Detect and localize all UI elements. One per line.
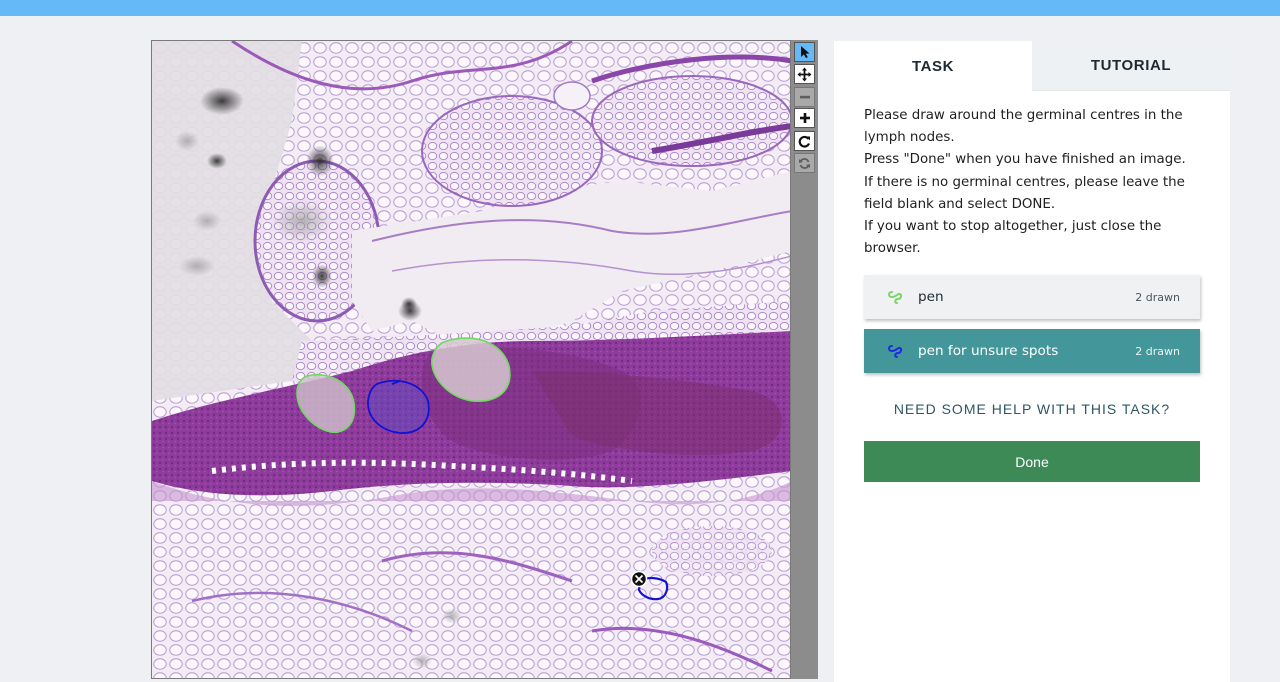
freehand-line-icon [888,345,903,358]
reset-view-button[interactable] [794,153,815,173]
minus-icon [799,95,810,99]
instruction-line: browser. [864,241,921,257]
delete-mark-icon[interactable] [630,570,648,588]
image-viewer[interactable] [151,40,791,679]
move-tool-button[interactable] [794,64,815,84]
tab-task[interactable]: TASK [834,41,1032,91]
done-button[interactable]: Done [864,441,1200,482]
select-tool-button[interactable] [794,42,815,62]
zoom-out-button[interactable] [794,87,815,107]
instruction-line: field blank and select DONE. [864,196,1056,212]
viewer-toolbar [791,40,818,679]
instruction-line: Please draw around the germinal centres … [864,108,1183,123]
task-instructions: Please draw around the germinal centres … [864,105,1204,260]
rotate-icon [798,135,811,148]
instruction-line: If there is no germinal centres, please … [864,174,1185,190]
drawn-count: 2 drawn [1135,290,1180,304]
instruction-line: If you want to stop altogether, just clo… [864,219,1162,235]
refresh-icon [799,157,810,169]
tool-option-label: pen [918,289,944,305]
plus-icon [799,113,810,123]
tab-tutorial[interactable]: TUTORIAL [1032,41,1230,91]
help-link[interactable]: NEED SOME HELP WITH THIS TASK? [864,401,1200,417]
panel-tabs: TASK TUTORIAL [834,41,1230,91]
tissue-slide-image[interactable] [152,41,791,679]
top-header-bar [0,0,1280,16]
instruction-line: lymph nodes. [864,130,955,146]
arrow-pointer-icon [800,46,809,58]
move-arrows-icon [797,67,812,81]
task-panel: TASK TUTORIAL Please draw around the ger… [834,41,1230,682]
instruction-line: Press "Done" when you have finished an i… [864,152,1186,168]
tool-option-pen-unsure[interactable]: pen for unsure spots 2 drawn [864,329,1200,373]
tool-option-pen[interactable]: pen 2 drawn [864,275,1200,319]
tool-option-label: pen for unsure spots [918,343,1059,359]
rotate-button[interactable] [794,131,815,151]
drawn-count: 2 drawn [1135,344,1180,358]
zoom-in-button[interactable] [794,108,815,128]
freehand-line-icon [888,291,903,304]
